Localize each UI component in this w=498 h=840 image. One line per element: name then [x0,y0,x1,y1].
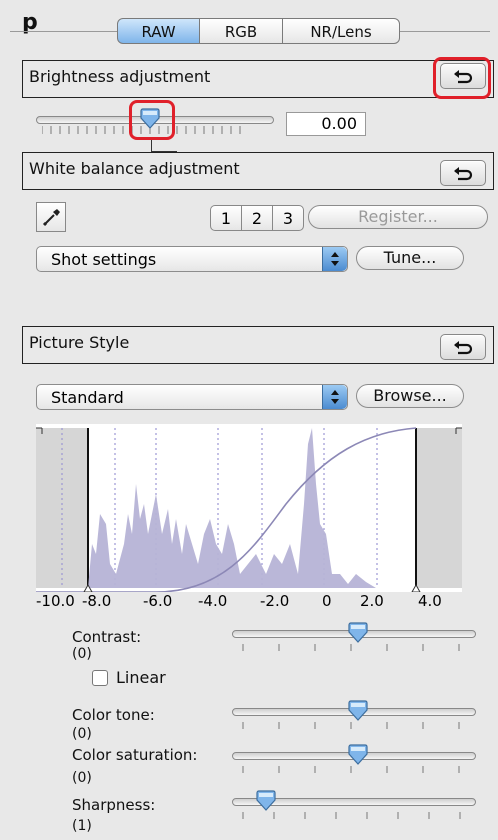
picture-style-select[interactable]: Standard [36,384,348,410]
white-balance-reset-button[interactable] [440,160,486,186]
tool-palette: p RAW RGB NR/Lens Brightness adjustment … [0,0,498,840]
palette-top-strip [0,0,498,14]
white-balance-section-header: White balance adjustment [22,152,494,190]
histogram-axis: -10.0 -8.0 -6.0 -4.0 -2.0 0 2.0 4.0 [36,592,466,614]
color-tone-label: Color tone: [72,706,155,724]
brightness-value-field[interactable]: 0.00 [286,112,366,136]
wb-preset-3-button[interactable]: 3 [272,205,304,231]
highlight-brightness-slider [129,100,175,140]
select-arrows-icon [322,247,347,271]
sharpness-value: (1) [72,818,92,834]
axis-label: -2.0 [260,592,290,610]
brightness-title: Brightness adjustment [29,67,211,86]
picture-style-select-value: Standard [51,388,124,407]
browse-button[interactable]: Browse... [356,384,464,408]
white-balance-select[interactable]: Shot settings [36,246,348,272]
linear-label: Linear [116,668,166,687]
axis-label: 2.0 [360,592,384,610]
axis-label: 0 [322,592,332,610]
reset-arrow-icon [454,167,473,181]
reset-arrow-icon [454,341,473,355]
color-saturation-label: Color saturation: [72,746,198,764]
select-arrows-icon [322,385,347,409]
register-button[interactable]: Register... [308,205,488,229]
axis-label: -10.0 [36,592,75,610]
color-saturation-slider-thumb[interactable] [347,744,369,766]
picture-style-section-header: Picture Style [22,326,494,364]
tab-nr-lens[interactable]: NR/Lens [282,18,400,44]
contrast-value: (0) [72,646,92,662]
color-tone-value: (0) [72,726,92,742]
white-balance-title: White balance adjustment [29,159,240,178]
contrast-label: Contrast: [72,628,142,646]
sharpness-label: Sharpness: [72,796,156,814]
tab-rgb[interactable]: RGB [199,18,283,44]
linear-checkbox[interactable] [92,670,108,686]
white-balance-select-value: Shot settings [51,250,157,269]
eyedropper-button[interactable] [36,202,66,232]
wb-preset-1-button[interactable]: 1 [210,205,242,231]
sharpness-slider-thumb[interactable] [255,790,277,812]
axis-label: 4.0 [418,592,442,610]
axis-label: -6.0 [143,592,173,610]
axis-label: -8.0 [82,592,112,610]
wb-preset-2-button[interactable]: 2 [241,205,273,231]
highlight-reset-brightness [433,57,491,99]
tab-raw[interactable]: RAW [117,18,200,44]
tune-button[interactable]: Tune... [356,246,464,270]
color-tone-slider-thumb[interactable] [347,700,369,722]
eyedropper-icon [42,209,60,227]
color-saturation-value: (0) [72,770,92,786]
brightness-section-header: Brightness adjustment [22,60,494,98]
axis-label: -4.0 [198,592,228,610]
picture-style-title: Picture Style [29,333,130,352]
tone-curve-histogram[interactable] [36,424,462,592]
picture-style-reset-button[interactable] [440,334,486,360]
contrast-slider-thumb[interactable] [347,622,369,644]
